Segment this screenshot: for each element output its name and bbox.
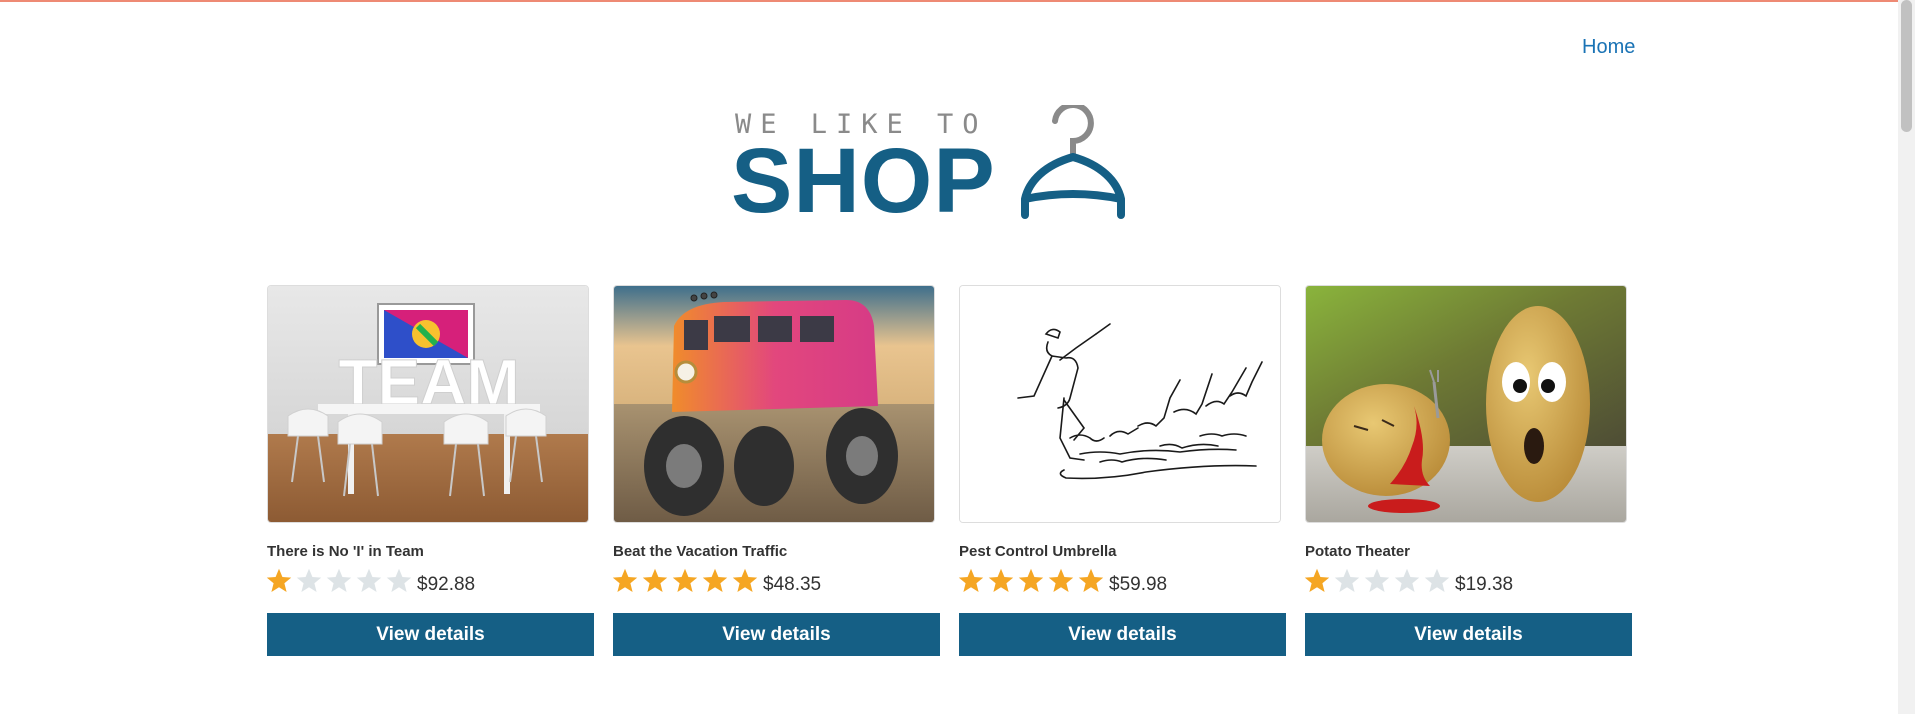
logo-word: SHOP [731,130,996,232]
star-empty-icon [326,568,352,592]
star-filled-icon [1078,568,1104,592]
star-empty-icon [1364,568,1390,592]
star-rating [265,567,413,595]
star-filled-icon [702,568,728,592]
pied-piper-sketch-image[interactable] [959,285,1281,523]
star-filled-icon [1304,568,1330,592]
product-card: Potato Theater $19.38 View details [1304,285,1632,656]
product-card: Beat the Vacation Traffic $48.35 View de… [612,285,940,656]
product-card: TEAM There is No 'I' in Team $92.88 View… [266,285,594,656]
product-title[interactable]: There is No 'I' in Team [267,543,424,560]
product-price: $48.35 [763,574,822,595]
star-filled-icon [642,568,668,592]
nav-home-link[interactable]: Home [1582,36,1635,59]
star-empty-icon [1334,568,1360,592]
product-title[interactable]: Pest Control Umbrella [959,543,1117,560]
star-filled-icon [672,568,698,592]
star-filled-icon [1048,568,1074,592]
product-price: $19.38 [1455,574,1514,595]
monster-bus-image[interactable] [613,285,935,523]
star-filled-icon [958,568,984,592]
star-empty-icon [356,568,382,592]
scrollbar-thumb[interactable] [1901,0,1912,132]
hanger-icon [1021,105,1125,219]
product-card: Pest Control Umbrella $59.98 View detail… [958,285,1286,656]
product-title[interactable]: Potato Theater [1305,543,1410,560]
site-logo[interactable]: WE LIKE TO SHOP [731,105,1165,230]
star-rating [1303,567,1451,595]
view-details-button[interactable]: View details [267,613,594,656]
top-accent-border [0,0,1898,2]
star-filled-icon [988,568,1014,592]
view-details-button[interactable]: View details [959,613,1286,656]
star-empty-icon [1424,568,1450,592]
star-empty-icon [1394,568,1420,592]
product-title[interactable]: Beat the Vacation Traffic [613,543,787,560]
star-filled-icon [732,568,758,592]
star-empty-icon [386,568,412,592]
star-empty-icon [296,568,322,592]
view-details-button[interactable]: View details [613,613,940,656]
star-rating [611,567,759,595]
product-price: $59.98 [1109,574,1168,595]
team-room-image[interactable]: TEAM [267,285,589,523]
star-filled-icon [1018,568,1044,592]
potato-scene-image[interactable] [1305,285,1627,523]
star-filled-icon [612,568,638,592]
view-details-button[interactable]: View details [1305,613,1632,656]
star-rating [957,567,1105,595]
star-filled-icon [266,568,292,592]
product-price: $92.88 [417,574,476,595]
page-scrollbar[interactable] [1898,0,1915,714]
